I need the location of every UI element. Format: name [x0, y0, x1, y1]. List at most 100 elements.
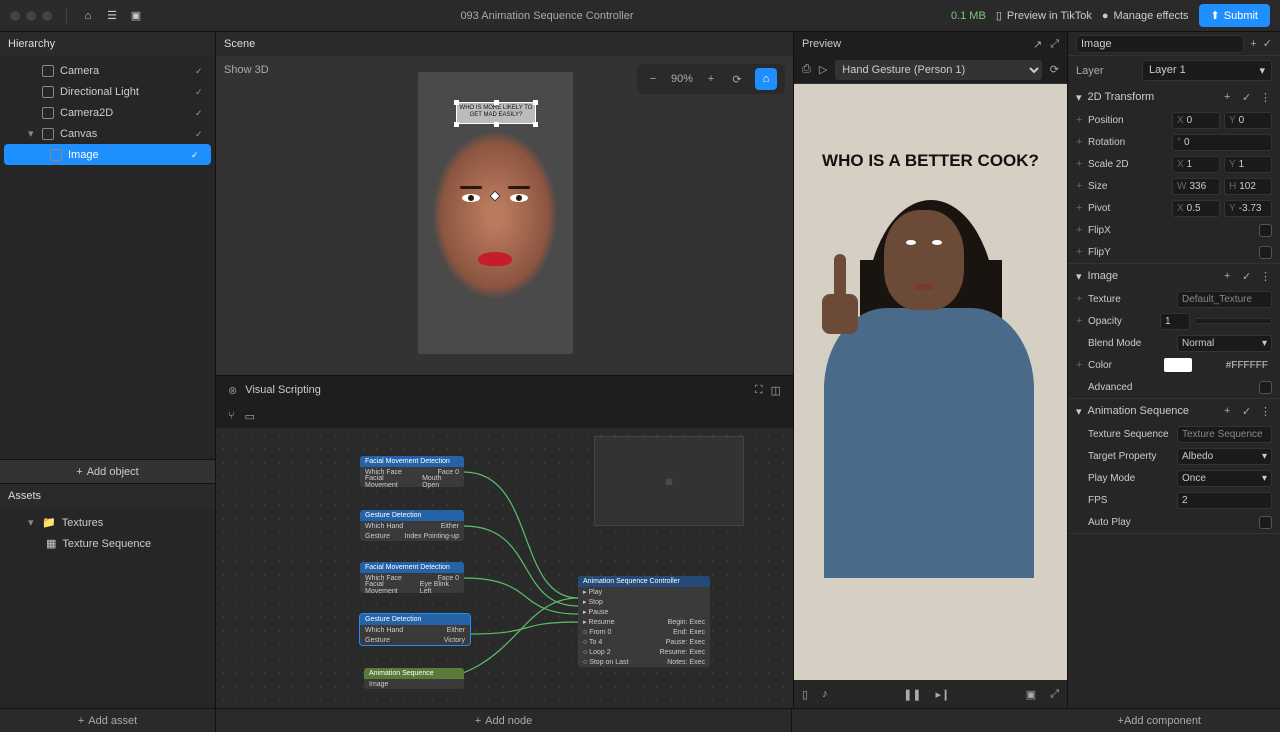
size-w-input[interactable]: W336	[1172, 178, 1220, 195]
pivot-x-input[interactable]: X0.5	[1172, 200, 1220, 217]
more-icon[interactable]: ⋮	[1260, 91, 1272, 104]
hierarchy-item-image[interactable]: Image	[4, 144, 211, 165]
position-y-input[interactable]: Y0	[1224, 112, 1272, 129]
gesture-select[interactable]: Hand Gesture (Person 1)	[835, 60, 1042, 80]
popout-icon[interactable]: ◫	[771, 384, 781, 397]
asset-texture-sequence[interactable]: ▦Texture Sequence	[0, 533, 215, 554]
node-animation-controller[interactable]: Animation Sequence Controller ▸ Play ▸ S…	[578, 576, 710, 667]
reset-view-button[interactable]: ⟳	[729, 71, 745, 87]
selected-image-object[interactable]: WHO IS MORE LIKELY TO GET MAD EASILY?	[456, 102, 536, 124]
node-facial-movement-2[interactable]: Facial Movement Detection Which FaceFace…	[360, 562, 464, 593]
scale-x-input[interactable]: X1	[1172, 156, 1220, 173]
layer-select[interactable]: Layer 1▾	[1142, 60, 1272, 81]
caret-down-icon[interactable]: ▾	[1076, 270, 1082, 283]
more-icon[interactable]: ⋮	[1260, 270, 1272, 283]
autoplay-checkbox[interactable]	[1259, 516, 1272, 529]
snap-tool-icon[interactable]: ▭	[245, 410, 255, 423]
visibility-toggle[interactable]	[191, 149, 203, 161]
add-component-button[interactable]: +Add component	[1039, 715, 1280, 727]
home-view-button[interactable]: ⌂	[755, 68, 777, 90]
node-gesture-2[interactable]: Gesture Detection Which HandEither Gestu…	[360, 614, 470, 645]
refresh-icon[interactable]: ⟳	[1050, 63, 1059, 76]
show-3d-toggle[interactable]: Show 3D	[224, 64, 269, 76]
caret-down-icon[interactable]: ▾	[28, 516, 36, 529]
visibility-toggle[interactable]	[195, 107, 207, 119]
preview-tiktok-button[interactable]: ▯Preview in TikTok	[996, 9, 1092, 22]
size-h-input[interactable]: H102	[1224, 178, 1272, 195]
advanced-checkbox[interactable]	[1259, 381, 1272, 394]
flipx-checkbox[interactable]	[1259, 224, 1272, 237]
popout-icon[interactable]: ↗	[1033, 38, 1042, 51]
tiktok-icon[interactable]: ♪	[822, 688, 828, 700]
hierarchy-item-canvas[interactable]: ▾Canvas	[0, 123, 215, 144]
image-preview-node[interactable]: ▦	[594, 436, 744, 526]
scale-y-input[interactable]: Y1	[1224, 156, 1272, 173]
zoom-in-button[interactable]: +	[703, 71, 719, 87]
devices-icon[interactable]: ▣	[129, 9, 143, 23]
hierarchy-item-light[interactable]: Directional Light	[0, 81, 215, 102]
caret-down-icon[interactable]: ▾	[28, 127, 36, 140]
home-icon[interactable]: ⌂	[81, 9, 95, 23]
check-icon[interactable]: ✓	[1263, 37, 1272, 50]
expand-icon[interactable]: ⤢	[1050, 38, 1059, 51]
submit-button[interactable]: ⬆Submit	[1199, 4, 1270, 27]
plus-icon[interactable]: +	[1224, 405, 1236, 417]
texture-field[interactable]: Default_Texture	[1177, 291, 1272, 308]
play-icon[interactable]: ▷	[819, 63, 827, 76]
add-node-button[interactable]: +Add node	[216, 708, 792, 732]
rotation-input[interactable]: °0	[1172, 134, 1272, 151]
device-icon[interactable]: ▯	[802, 688, 808, 701]
play-mode-select[interactable]: Once▾	[1177, 470, 1272, 487]
opacity-slider[interactable]	[1194, 318, 1272, 324]
texture-sequence-field[interactable]: Texture Sequence	[1177, 426, 1272, 443]
expand-icon[interactable]: ⛶	[755, 384, 763, 397]
caret-down-icon[interactable]: ▾	[1076, 91, 1082, 104]
step-button[interactable]: ▸❙	[936, 688, 951, 701]
object-name-input[interactable]	[1076, 35, 1244, 53]
project-title: 093 Animation Sequence Controller	[153, 10, 941, 22]
check-icon[interactable]: ✓	[1242, 91, 1254, 104]
canvas-preview[interactable]: WHO IS MORE LIKELY TO GET MAD EASILY?	[418, 72, 573, 354]
viewport-controls: − 90% + ⟳ ⌂	[637, 64, 785, 94]
add-object-button[interactable]: +Add object	[0, 459, 215, 483]
node-graph[interactable]: ▦ Facial Movement Detection Which FaceFa…	[216, 428, 793, 708]
plus-icon[interactable]: +	[1224, 91, 1236, 103]
plus-icon[interactable]: +	[1224, 270, 1236, 282]
fps-input[interactable]: 2	[1177, 492, 1272, 509]
scene-viewport[interactable]: Show 3D − 90% + ⟳ ⌂ WHO IS MORE LIKELY T…	[216, 56, 793, 375]
node-animation-sequence[interactable]: Animation Sequence Image	[364, 668, 464, 689]
visibility-toggle[interactable]	[195, 65, 207, 77]
target-property-select[interactable]: Albedo▾	[1177, 448, 1272, 465]
node-facial-movement-1[interactable]: Facial Movement Detection Which FaceFace…	[360, 456, 464, 487]
manage-effects-button[interactable]: ●Manage effects	[1102, 10, 1189, 22]
asset-folder-textures[interactable]: ▾📁Textures	[0, 512, 215, 533]
resize-icon[interactable]: ⤢	[1050, 688, 1059, 701]
graph-tool-icon[interactable]: ⑂	[228, 410, 235, 422]
close-icon[interactable]: ⊗	[228, 384, 237, 397]
visual-scripting-panel: ⊗ Visual Scripting ⛶ ◫ ⑂ ▭ ▦	[216, 376, 793, 708]
flipy-checkbox[interactable]	[1259, 246, 1272, 259]
pivot-y-input[interactable]: Y-3.73	[1224, 200, 1272, 217]
node-gesture-1[interactable]: Gesture Detection Which HandEither Gestu…	[360, 510, 464, 541]
visibility-toggle[interactable]	[195, 86, 207, 98]
hierarchy-item-camera2d[interactable]: Camera2D	[0, 102, 215, 123]
pivot-gizmo[interactable]	[489, 190, 500, 201]
library-icon[interactable]: ☰	[105, 9, 119, 23]
add-icon[interactable]: +	[1250, 38, 1256, 50]
camera-icon[interactable]: ⎙	[802, 63, 811, 76]
hierarchy-item-camera[interactable]: Camera	[0, 60, 215, 81]
visibility-toggle[interactable]	[195, 128, 207, 140]
crop-icon[interactable]: ▣	[1026, 688, 1036, 701]
caret-down-icon[interactable]: ▾	[1076, 405, 1082, 418]
add-asset-button[interactable]: +Add asset	[0, 708, 216, 732]
more-icon[interactable]: ⋮	[1260, 405, 1272, 418]
check-icon[interactable]: ✓	[1242, 270, 1254, 283]
window-controls[interactable]	[10, 11, 52, 21]
opacity-input[interactable]: 1	[1160, 313, 1190, 330]
position-x-input[interactable]: X0	[1172, 112, 1220, 129]
check-icon[interactable]: ✓	[1242, 405, 1254, 418]
blend-mode-select[interactable]: Normal▾	[1177, 335, 1272, 352]
zoom-out-button[interactable]: −	[645, 71, 661, 87]
pause-button[interactable]: ❚❚	[903, 688, 921, 701]
color-swatch[interactable]	[1164, 358, 1192, 372]
